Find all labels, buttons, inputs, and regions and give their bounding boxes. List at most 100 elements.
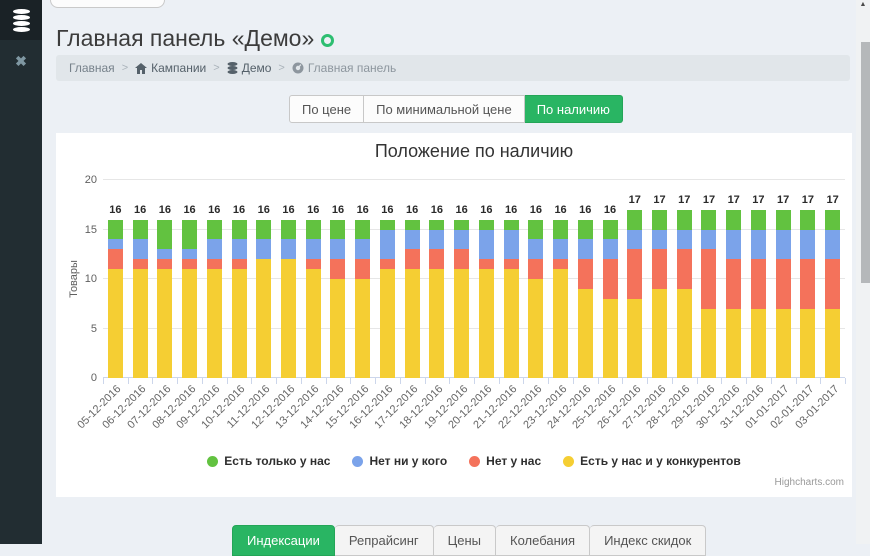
bar-column[interactable]: 16 <box>578 220 593 378</box>
dashboard-gauge-icon <box>292 62 304 74</box>
x-tick <box>227 378 228 384</box>
sidebar-close-button[interactable]: ✖ <box>0 53 42 70</box>
bar-column[interactable]: 17 <box>701 210 716 378</box>
sidebar-database-button[interactable] <box>0 0 42 40</box>
x-tick <box>598 378 599 384</box>
bar-segment <box>677 249 692 289</box>
bar-column[interactable]: 17 <box>627 210 642 378</box>
bar-column[interactable]: 16 <box>256 220 271 378</box>
x-tick <box>103 378 104 384</box>
bar-segment <box>182 269 197 378</box>
bar-column[interactable]: 17 <box>652 210 667 378</box>
bar-segment <box>157 249 172 259</box>
tab-repricing[interactable]: Репрайсинг <box>335 525 434 556</box>
bar-column[interactable]: 16 <box>504 220 519 378</box>
bar-column[interactable]: 16 <box>281 220 296 378</box>
bar-segment <box>553 220 568 240</box>
bar-column[interactable]: 17 <box>726 210 741 378</box>
bar-column[interactable]: 16 <box>380 220 395 378</box>
bar-column[interactable]: 16 <box>157 220 172 378</box>
bar-segment <box>380 220 395 230</box>
bar-total-label: 17 <box>770 194 797 206</box>
y-tick-label: 20 <box>56 174 97 186</box>
bar-column[interactable]: 16 <box>355 220 370 378</box>
highcharts-credit[interactable]: Highcharts.com <box>775 477 844 488</box>
scroll-up-arrow-icon[interactable]: ▲ <box>856 0 870 12</box>
bar-column[interactable]: 16 <box>133 220 148 378</box>
legend-item-no-one[interactable]: Нет ни у кого <box>352 454 447 468</box>
bar-column[interactable]: 16 <box>108 220 123 378</box>
chart-legend: Есть только у нас Нет ни у кого Нет у на… <box>103 454 845 468</box>
bar-column[interactable]: 16 <box>603 220 618 378</box>
bar-column[interactable]: 16 <box>232 220 247 378</box>
bar-segment <box>380 259 395 269</box>
x-tick <box>400 378 401 384</box>
bar-column[interactable]: 16 <box>454 220 469 378</box>
bar-segment <box>380 230 395 260</box>
x-tick <box>177 378 178 384</box>
bar-segment <box>355 259 370 279</box>
bar-column[interactable]: 17 <box>751 210 766 378</box>
bar-segment <box>380 269 395 378</box>
x-tick <box>746 378 747 384</box>
bar-segment <box>578 239 593 259</box>
bar-segment <box>355 220 370 240</box>
bar-segment <box>553 239 568 259</box>
bar-total-label: 17 <box>671 194 698 206</box>
tab-discount-index[interactable]: Индекс скидок <box>590 525 706 556</box>
bar-column[interactable]: 16 <box>330 220 345 378</box>
breadcrumb-home-link[interactable]: Главная <box>69 61 115 75</box>
breadcrumb-demo-link[interactable]: Демо <box>227 61 272 75</box>
legend-item-not-us[interactable]: Нет у нас <box>469 454 541 468</box>
scrollbar[interactable]: ▲ <box>856 0 870 544</box>
bar-segment <box>627 299 642 378</box>
legend-item-us-and-competitors[interactable]: Есть у нас и у конкурентов <box>563 454 741 468</box>
bar-segment <box>479 269 494 378</box>
bar-column[interactable]: 16 <box>553 220 568 378</box>
bar-column[interactable]: 16 <box>479 220 494 378</box>
bar-segment <box>454 230 469 250</box>
bar-segment <box>528 259 543 279</box>
bar-column[interactable]: 16 <box>306 220 321 378</box>
bar-column[interactable]: 17 <box>800 210 815 378</box>
breadcrumb-campaigns-link[interactable]: Кампании <box>135 61 206 75</box>
bar-segment <box>133 259 148 269</box>
scrollbar-thumb[interactable] <box>861 42 870 283</box>
tab-indexations[interactable]: Индексации <box>232 525 335 556</box>
x-tick <box>202 378 203 384</box>
tab-prices[interactable]: Цены <box>434 525 496 556</box>
x-tick <box>647 378 648 384</box>
bar-segment <box>528 279 543 378</box>
bar-column[interactable]: 16 <box>405 220 420 378</box>
bar-segment <box>355 239 370 259</box>
bar-segment <box>133 220 148 240</box>
tab-by-availability[interactable]: По наличию <box>525 95 623 123</box>
bar-segment <box>232 259 247 269</box>
top-popup-fragment <box>50 0 165 8</box>
bar-total-label: 16 <box>448 204 475 216</box>
tab-by-min-price[interactable]: По минимальной цене <box>364 95 525 123</box>
bar-column[interactable]: 17 <box>825 210 840 378</box>
grid-line <box>103 179 845 180</box>
y-tick-label: 15 <box>56 224 97 236</box>
bar-column[interactable]: 16 <box>182 220 197 378</box>
bar-column[interactable]: 16 <box>528 220 543 378</box>
bar-column[interactable]: 17 <box>677 210 692 378</box>
bar-segment <box>603 299 618 378</box>
tab-fluctuations[interactable]: Колебания <box>496 525 590 556</box>
bar-total-label: 17 <box>745 194 772 206</box>
bar-column[interactable]: 16 <box>429 220 444 378</box>
bar-segment <box>232 269 247 378</box>
bar-total-label: 17 <box>695 194 722 206</box>
bar-total-label: 16 <box>423 204 450 216</box>
bar-column[interactable]: 17 <box>776 210 791 378</box>
bar-segment <box>306 239 321 259</box>
bar-segment <box>726 259 741 309</box>
x-tick <box>375 378 376 384</box>
legend-dot-green <box>207 456 218 467</box>
bar-column[interactable]: 16 <box>207 220 222 378</box>
legend-item-only-us[interactable]: Есть только у нас <box>207 454 330 468</box>
bar-segment <box>108 249 123 269</box>
bar-segment <box>479 230 494 260</box>
tab-by-price[interactable]: По цене <box>289 95 364 123</box>
